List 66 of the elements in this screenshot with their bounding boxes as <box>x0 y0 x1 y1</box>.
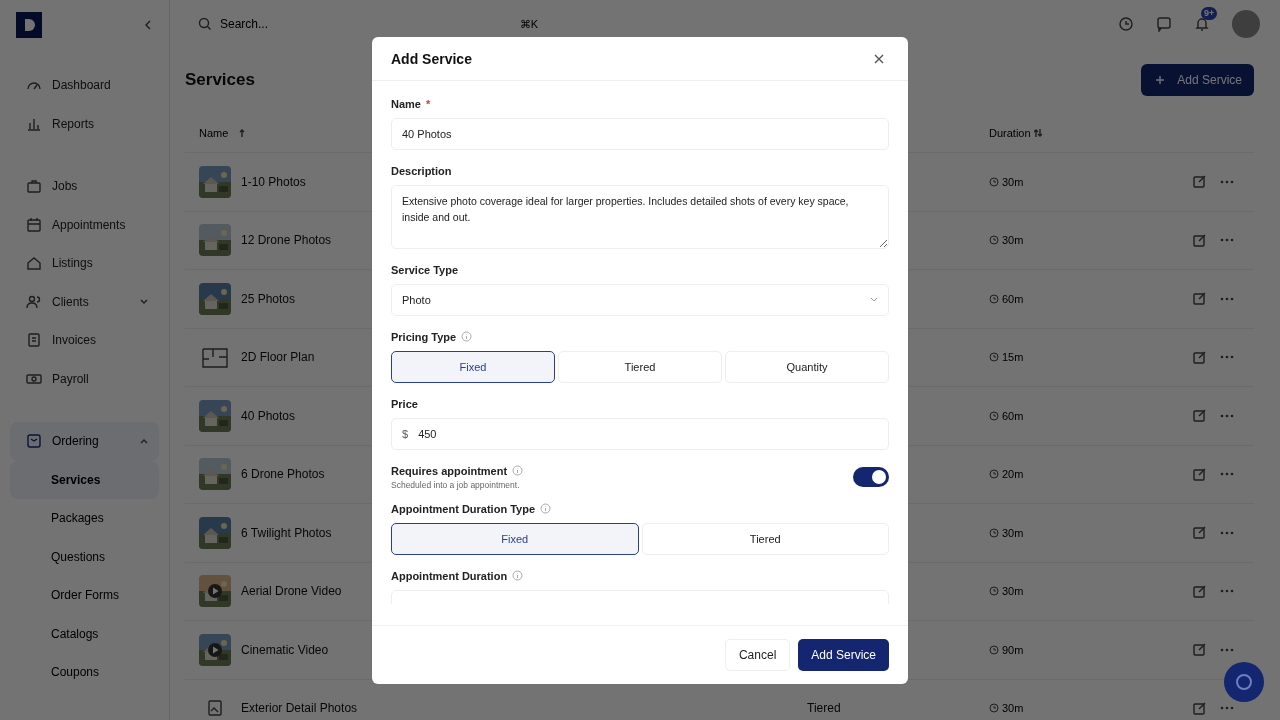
notification-badge: 9+ <box>1201 7 1218 20</box>
nav-subitem[interactable]: Services <box>10 460 159 499</box>
service-name: 40 Photos <box>241 408 296 423</box>
field-label: Appointment Duration <box>391 569 508 582</box>
text-area[interactable]: Extensive photo coverage ideal for larger properties. Includes detailed shots of every key space, inside and out. <box>391 185 889 249</box>
field-label: Pricing Type <box>391 330 457 343</box>
service-name: Cinematic Video <box>241 642 329 657</box>
service-name: 1-10 Photos <box>241 174 306 189</box>
duration: 30m <box>1002 526 1024 539</box>
duration: 30m <box>1002 175 1024 188</box>
field-label: Name <box>391 97 421 110</box>
field-label: Description <box>391 164 452 177</box>
field-hint: Scheduled into a job appointment. <box>391 480 521 490</box>
required-mark: * <box>425 97 431 110</box>
add-service-button[interactable]: Add Service <box>1141 64 1254 96</box>
nav-item[interactable]: Invoices <box>10 321 159 360</box>
nav-item[interactable]: Reports <box>10 104 159 143</box>
cancel-button[interactable]: Cancel <box>724 639 791 671</box>
nav-subitem[interactable]: Catalogs <box>10 614 159 653</box>
column-header[interactable]: Duration <box>989 127 1031 139</box>
field-label: Requires appointment <box>391 464 508 477</box>
segment-option[interactable]: Fixed <box>391 523 639 555</box>
segment-option[interactable]: Fixed <box>391 351 555 383</box>
segment-option[interactable]: Tiered <box>641 523 889 555</box>
service-name: Aerial Drone Video <box>241 584 342 599</box>
nav-item[interactable]: Payroll <box>10 359 159 398</box>
nav-subitem[interactable]: Packages <box>10 499 159 538</box>
table-cell: Tiered <box>807 701 841 716</box>
nav-subitem[interactable]: Questions <box>10 537 159 576</box>
field-label: Appointment Duration Type <box>391 502 535 515</box>
duration: 60m <box>1002 409 1024 422</box>
duration: 15m <box>1002 351 1024 364</box>
service-name: 25 Photos <box>241 291 296 306</box>
column-header[interactable]: Name <box>199 127 229 139</box>
service-name: 6 Twilight Photos <box>241 525 332 540</box>
segment-option[interactable]: Quantity <box>725 351 889 383</box>
service-name: 2D Floor Plan <box>241 350 315 365</box>
page-title: Services <box>185 70 255 90</box>
nav-item[interactable]: Clients <box>10 282 159 321</box>
duration: 20m <box>1002 468 1024 481</box>
service-name: Exterior Detail Photos <box>241 701 358 716</box>
nav-subitem[interactable]: Coupons <box>10 653 159 692</box>
duration: 60m <box>1002 292 1024 305</box>
nav-item[interactable]: Appointments <box>10 205 159 244</box>
service-name: 12 Drone Photos <box>241 233 332 248</box>
search-field[interactable]: Search... ⌘K <box>198 9 538 39</box>
price-field[interactable]: $ 450 <box>391 418 889 450</box>
nav-item[interactable]: Jobs <box>10 167 159 206</box>
add-service-button[interactable]: Add Service <box>798 639 889 671</box>
shortcut-hint: ⌘K <box>519 17 538 31</box>
select-field[interactable]: Photo <box>391 284 889 316</box>
search-placeholder: Search... <box>220 17 269 31</box>
duration: 90m <box>1002 643 1024 656</box>
duration: 30m <box>1002 585 1024 598</box>
field-label: Price <box>391 397 418 410</box>
field-label: Service Type <box>391 263 459 276</box>
duration: 30m <box>1002 234 1024 247</box>
service-name: 6 Drone Photos <box>241 467 325 482</box>
nav-item[interactable]: Ordering <box>10 422 159 461</box>
segment-option[interactable]: Tiered <box>558 351 722 383</box>
nav-item[interactable]: Dashboard <box>10 66 159 105</box>
dialog-title: Add Service <box>391 50 472 67</box>
duration: 30m <box>1002 702 1024 715</box>
text-field[interactable]: 40 Photos <box>391 118 889 150</box>
nav-subitem[interactable]: Order Forms <box>10 576 159 615</box>
nav-item[interactable]: Listings <box>10 244 159 283</box>
